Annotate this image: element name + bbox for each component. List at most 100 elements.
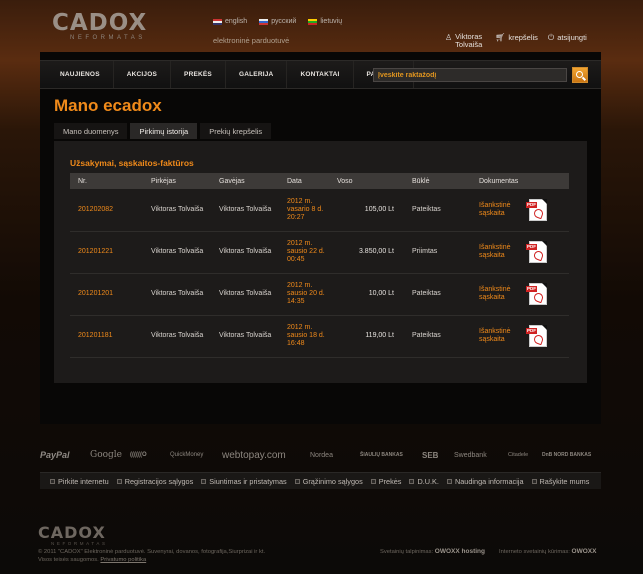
pdf-tag: PDF [526, 328, 537, 334]
copyright: © 2011 "CADOX" Elektroninė parduotuvė. S… [38, 548, 265, 564]
order-number-link[interactable]: 201201221 [70, 231, 143, 273]
partner-logo-siauliu-bankas[interactable]: ŠIAULIŲ BANKAS [360, 452, 422, 458]
footer-link-buy-online[interactable]: Pirkite internetu [50, 477, 117, 486]
buyer-cell: Viktoras Tolvaiša [151, 205, 204, 213]
document-cell: Išankstinė sąskaita PDF [471, 273, 569, 315]
orders-panel: Užsakymai, sąskaitos-faktūros Nr. Pirkėj… [54, 141, 587, 383]
table-header-row: Nr. Pirkėjas Gavėjas Data Voso Būklė Dok… [70, 173, 569, 189]
sum-cell: 119,00 Lt [365, 332, 394, 339]
sum-cell: 105,00 Lt [364, 205, 394, 213]
logout-link[interactable]: ⏻ atsijungti [548, 33, 587, 42]
partner-logos: PayPal Google ((((((O QuickMoney webtopa… [40, 446, 601, 464]
footer-logo-subtext: NEFORMATAS [51, 541, 108, 546]
search-button[interactable] [572, 67, 588, 83]
tab-my-data[interactable]: Mano duomenys [54, 123, 128, 139]
power-icon: ⏻ [547, 33, 555, 42]
order-number-link[interactable]: 201202082 [70, 189, 143, 231]
user-area: ♙ Viktoras Tolvaiša 🛒︎ krepšelis ⏻ atsijung… [445, 33, 587, 49]
bullet-icon [294, 478, 300, 484]
account-tabs: Mano duomenys Pirkimų istorija Prekių kr… [54, 123, 272, 139]
pdf-icon[interactable]: PDF [526, 325, 547, 347]
footer-logo-text: CADOX [38, 523, 106, 542]
footer-logo[interactable]: CADOX NEFORMATAS [38, 525, 108, 548]
receiver-cell: Viktoras Tolvaiša [219, 332, 272, 339]
site-header: CADOX NEFORMATAS english русский lietuvi… [0, 0, 643, 52]
flag-ru-icon [259, 18, 269, 25]
lang-russian[interactable]: русский [259, 18, 296, 25]
order-number-link[interactable]: 201201201 [70, 273, 143, 315]
tab-cart[interactable]: Prekių krepšelis [200, 123, 272, 139]
invoice-link[interactable]: Išankstinė sąskaita [479, 286, 519, 302]
partner-logo-citadele[interactable]: Citadele [508, 452, 542, 458]
partner-logo-signal[interactable]: ((((((O [130, 452, 170, 458]
credits: Svetainių talpinimas: OWOXX hosting Inte… [380, 548, 596, 555]
document-cell: Išankstinė sąskaita PDF [471, 315, 569, 357]
rights-text: Visos teisės saugomos. [38, 557, 99, 563]
status-cell: Pateiktas [412, 205, 441, 213]
site-logo[interactable]: CADOX NEFORMATAS [52, 12, 182, 42]
pdf-icon[interactable]: PDF [526, 198, 547, 221]
status-cell: Priimtas [412, 248, 438, 255]
column-header-document: Dokumentas [479, 177, 519, 185]
flag-lt-icon [308, 18, 318, 25]
nav-item-akcijos[interactable]: AKCIJOS [114, 61, 172, 88]
receiver-cell: Viktoras Tolvaiša [219, 290, 272, 297]
bullet-icon [201, 478, 207, 484]
nav-item-kontaktai[interactable]: KONTAKTAI [287, 61, 354, 88]
table-row: 201202082 Viktoras Tolvaiša Viktoras Tol… [70, 189, 569, 231]
date-cell: 2012 m. sausio 20 d. 14:35 [287, 282, 325, 305]
cart-link[interactable]: 🛒︎ krepšelis [495, 33, 538, 42]
pdf-icon[interactable]: PDF [526, 241, 547, 263]
pdf-tag: PDF [526, 286, 537, 292]
nav-item-prekes[interactable]: PREKĖS [171, 61, 226, 88]
order-number-link[interactable]: 201201181 [70, 315, 143, 357]
partner-logo-swedbank[interactable]: Swedbank [454, 452, 508, 459]
partner-logo-nordea[interactable]: Nordea [310, 452, 360, 459]
tab-purchase-history[interactable]: Pirkimų istorija [130, 123, 198, 139]
partner-logo-dnb-nord[interactable]: DnB NORD BANKAS [542, 452, 596, 458]
footer-link-faq[interactable]: D.U.K. [409, 477, 447, 486]
privacy-policy-link[interactable]: Privatumo politika [100, 557, 146, 563]
buyer-cell: Viktoras Tolvaiša [151, 248, 204, 255]
footer-link-contact[interactable]: Rašykite mums [531, 477, 598, 486]
partner-logo-webtopay[interactable]: webtopay.com [222, 450, 310, 461]
dev-label: Interneto svetainių kūrimas: [499, 549, 570, 555]
cart-icon: 🛒︎ [495, 33, 506, 42]
pdf-tag: PDF [526, 244, 537, 250]
column-header-date: Data [287, 177, 302, 185]
partner-logo-seb[interactable]: SEB [422, 451, 454, 460]
nav-item-naujienos[interactable]: NAUJIENOS [52, 61, 114, 88]
table-row: 201201201 Viktoras Tolvaiša Viktoras Tol… [70, 273, 569, 315]
search-input[interactable] [373, 68, 567, 82]
partner-logo-google[interactable]: Google [90, 450, 130, 460]
column-header-nr: Nr. [78, 177, 87, 185]
footer-link-useful-info[interactable]: Naudinga informacija [446, 477, 532, 486]
logo-text: CADOX [52, 10, 148, 36]
orders-table: Nr. Pirkėjas Gavėjas Data Voso Būklė Dok… [70, 173, 569, 358]
bullet-icon [531, 478, 537, 484]
flag-uk-icon [213, 18, 222, 25]
lang-english[interactable]: english [213, 18, 247, 25]
footer-link-returns[interactable]: Grąžinimo sąlygos [294, 477, 371, 486]
user-profile-link[interactable]: ♙ Viktoras Tolvaiša [445, 33, 485, 49]
panel-title: Užsakymai, sąskaitos-faktūros [70, 158, 194, 168]
bullet-icon [370, 478, 376, 484]
invoice-link[interactable]: Išankstinė sąskaita [479, 244, 519, 260]
footer-link-products[interactable]: Prekės [370, 477, 410, 486]
invoice-link[interactable]: Išankstinė sąskaita [479, 328, 519, 344]
footer-link-shipping[interactable]: Siuntimas ir pristatymas [201, 477, 294, 486]
pdf-icon[interactable]: PDF [526, 283, 547, 305]
status-cell: Pateiktas [412, 332, 441, 339]
receiver-cell: Viktoras Tolvaiša [219, 248, 272, 255]
partner-logo-quickmoney[interactable]: QuickMoney [170, 452, 222, 458]
nav-item-galerija[interactable]: GALERIJA [226, 61, 288, 88]
footer-link-registration[interactable]: Registracijos sąlygos [116, 477, 202, 486]
partner-logo-paypal[interactable]: PayPal [40, 450, 90, 460]
logo-subtext: NEFORMATAS [70, 35, 146, 41]
dev-brand-link[interactable]: OWOXX [572, 548, 597, 555]
hosting-brand-link[interactable]: OWOXX hosting [435, 548, 485, 555]
sum-cell: 3.850,00 Lt [358, 248, 394, 255]
footer-nav: Pirkite internetu Registracijos sąlygos … [40, 472, 601, 489]
lang-lithuanian[interactable]: lietuvių [308, 18, 342, 25]
invoice-link[interactable]: Išankstinė sąskaita [479, 202, 519, 218]
